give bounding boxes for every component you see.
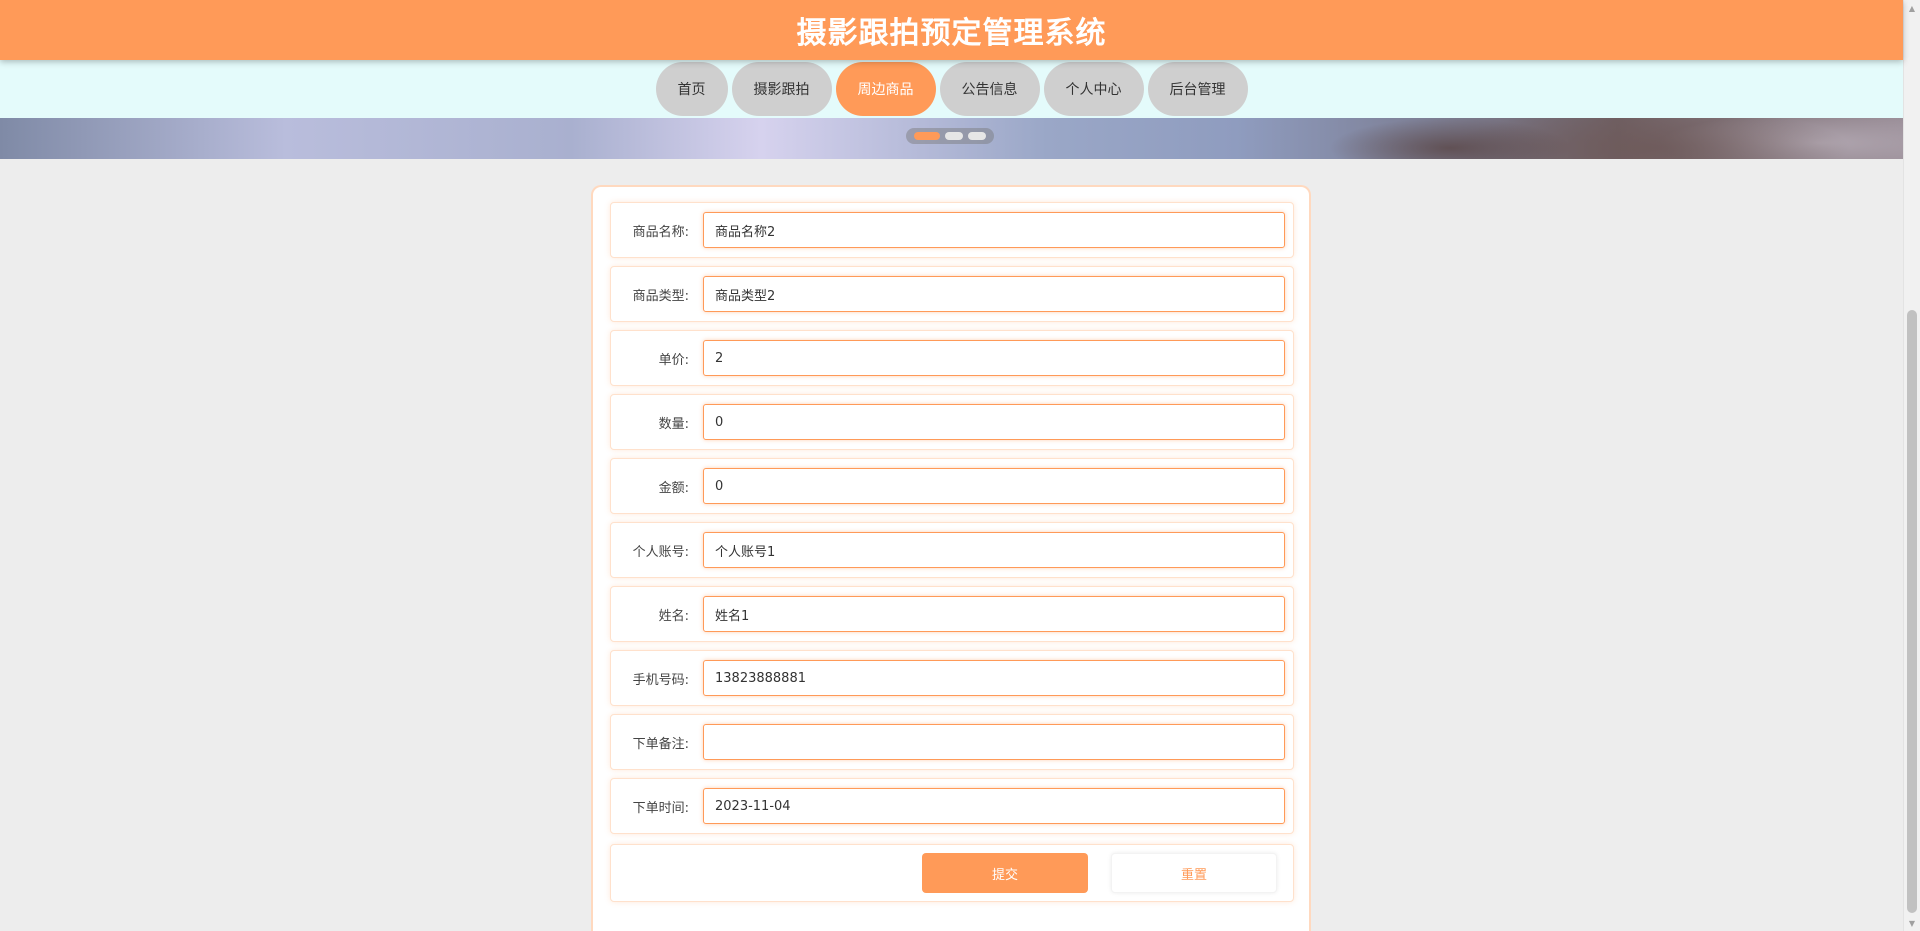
page: 摄影跟拍预定管理系统 首页 摄影跟拍 周边商品 公告信息 个人中心 后台管理 商… [0, 0, 1903, 931]
submit-button[interactable]: 提交 [922, 853, 1088, 893]
vertical-scrollbar[interactable]: ▲ ▼ [1903, 0, 1920, 931]
input-product-type[interactable] [703, 276, 1285, 312]
scrollbar-thumb[interactable] [1907, 310, 1917, 913]
nav-item-announcements[interactable]: 公告信息 [939, 62, 1040, 116]
nav-item-personal-center[interactable]: 个人中心 [1043, 62, 1144, 116]
label-product-type: 商品类型: [632, 288, 689, 304]
form-row-amount: 金额: [610, 458, 1294, 514]
nav-item-admin[interactable]: 后台管理 [1147, 62, 1248, 116]
carousel-dot-1[interactable] [914, 132, 940, 140]
form-row-name: 姓名: [610, 586, 1294, 642]
scroll-down-arrow-icon[interactable]: ▼ [1904, 915, 1920, 931]
label-amount: 金额: [658, 480, 689, 496]
input-amount[interactable] [703, 468, 1285, 504]
input-product-name[interactable] [703, 212, 1285, 248]
header-bar: 摄影跟拍预定管理系统 [0, 0, 1903, 60]
input-unit-price[interactable] [703, 340, 1285, 376]
form-row-phone: 手机号码: [610, 650, 1294, 706]
input-quantity[interactable] [703, 404, 1285, 440]
reset-button[interactable]: 重置 [1111, 853, 1277, 893]
form-row-product-type: 商品类型: [610, 266, 1294, 322]
form-row-unit-price: 单价: [610, 330, 1294, 386]
label-name: 姓名: [658, 608, 689, 624]
main-nav: 首页 摄影跟拍 周边商品 公告信息 个人中心 后台管理 [0, 60, 1903, 118]
form-row-quantity: 数量: [610, 394, 1294, 450]
input-account[interactable] [703, 532, 1285, 568]
input-order-time[interactable] [703, 788, 1285, 824]
nav-item-home[interactable]: 首页 [655, 62, 728, 116]
form-row-account: 个人账号: [610, 522, 1294, 578]
form-actions: 提交 重置 [610, 844, 1294, 902]
carousel-dot-2[interactable] [945, 132, 963, 140]
form-row-product-name: 商品名称: [610, 202, 1294, 258]
label-product-name: 商品名称: [632, 224, 689, 240]
label-order-time: 下单时间: [632, 800, 689, 816]
nav-item-photography[interactable]: 摄影跟拍 [731, 62, 832, 116]
label-order-note: 下单备注: [632, 736, 689, 752]
label-account: 个人账号: [632, 544, 689, 560]
label-unit-price: 单价: [658, 352, 689, 368]
label-quantity: 数量: [658, 416, 689, 432]
scroll-up-arrow-icon[interactable]: ▲ [1904, 0, 1920, 16]
form-row-order-time: 下单时间: [610, 778, 1294, 834]
nav-item-products[interactable]: 周边商品 [835, 62, 936, 116]
input-phone[interactable] [703, 660, 1285, 696]
carousel-dot-3[interactable] [968, 132, 986, 140]
form-row-order-note: 下单备注: [610, 714, 1294, 770]
label-phone: 手机号码: [632, 672, 689, 688]
input-order-note[interactable] [703, 724, 1285, 760]
site-title: 摄影跟拍预定管理系统 [796, 16, 1107, 51]
order-form: 商品名称: 商品类型: 单价: 数量: 金额: 个人账号: 姓名: 手机号码: [591, 185, 1311, 931]
carousel-indicators [906, 128, 994, 144]
input-name[interactable] [703, 596, 1285, 632]
